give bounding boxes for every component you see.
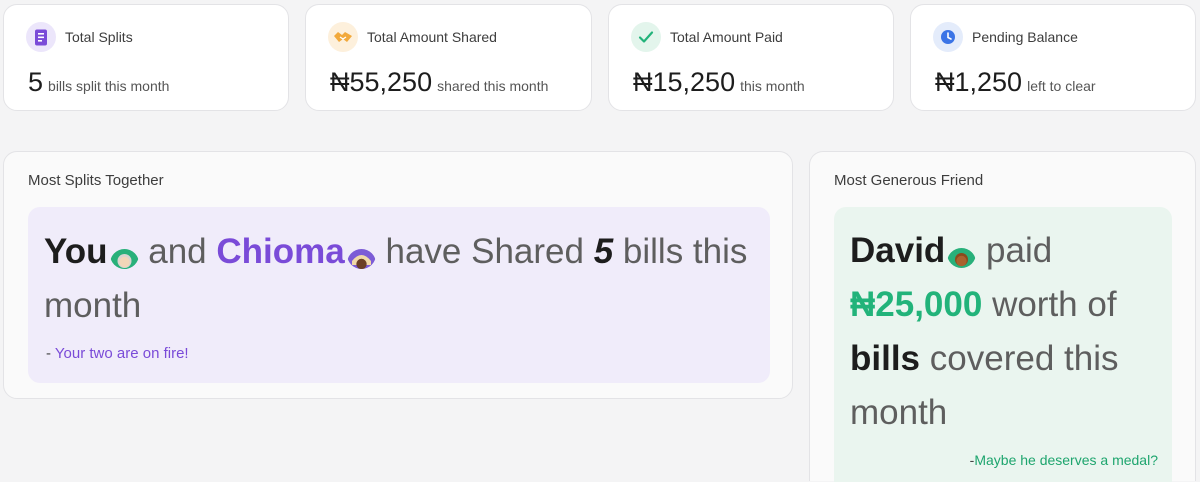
stat-card-pending-balance: Pending Balance ₦1,250 left to clear: [910, 4, 1196, 111]
stat-caption: this month: [740, 78, 805, 94]
paid-text: paid: [986, 231, 1053, 270]
friend-avatar: [346, 240, 376, 269]
stat-card-total-amount-shared: Total Amount Shared ₦55,250 shared this …: [305, 4, 592, 111]
you-label: You: [44, 232, 108, 271]
handshake-icon: [328, 22, 358, 52]
clock-icon: [933, 22, 963, 52]
panel-title: Most Splits Together: [28, 172, 164, 189]
stat-value: ₦15,250: [633, 67, 736, 97]
stat-caption: left to clear: [1027, 78, 1096, 94]
friend-avatar: [947, 239, 977, 268]
stat-label: Total Amount Shared: [367, 29, 497, 45]
user-avatar: [109, 240, 139, 269]
splits-highlight-box: You and Chioma have Shared 5 bills this …: [28, 207, 770, 383]
generous-highlight-box: David paid ₦25,000 worth of bills covere…: [834, 207, 1172, 482]
generous-headline: David paid ₦25,000 worth of bills covere…: [850, 224, 1150, 440]
checkmark-icon: [631, 22, 661, 52]
stat-label: Total Splits: [65, 29, 133, 45]
and-text: and: [148, 232, 207, 271]
worth-of-text: worth of: [992, 285, 1117, 324]
most-splits-panel: Most Splits Together You and Chioma have…: [3, 151, 793, 399]
stat-value: ₦55,250: [330, 67, 433, 97]
panel-title: Most Generous Friend: [834, 172, 984, 189]
stat-caption: bills split this month: [48, 78, 170, 94]
splits-headline: You and Chioma have Shared 5 bills this …: [44, 225, 754, 333]
stat-card-total-splits: Total Splits 5 bills split this month: [3, 4, 289, 111]
friend-name: Chioma: [216, 232, 345, 271]
have-shared-text: have Shared: [385, 232, 584, 271]
splits-quote: - Your two are on fire!: [46, 345, 189, 362]
medal-text: Maybe he deserves a medal?: [974, 452, 1158, 468]
stat-caption: shared this month: [437, 78, 549, 94]
receipt-icon: [26, 22, 56, 52]
quote-text: Your two are on fire!: [54, 345, 189, 362]
stat-value: ₦1,250: [935, 67, 1023, 97]
shared-count: 5: [593, 232, 614, 271]
bills-text: bills: [850, 339, 921, 378]
stat-label: Total Amount Paid: [670, 29, 783, 45]
most-generous-panel: Most Generous Friend David paid ₦25,000 …: [809, 151, 1196, 482]
paid-amount: ₦25,000: [850, 285, 983, 324]
friend-name: David: [850, 231, 946, 270]
stat-card-total-amount-paid: Total Amount Paid ₦15,250 this month: [608, 4, 894, 111]
stat-value: 5: [28, 67, 44, 97]
generous-quote: -Maybe he deserves a medal?: [970, 452, 1158, 468]
quote-dash: -: [46, 345, 51, 362]
stat-label: Pending Balance: [972, 29, 1078, 45]
